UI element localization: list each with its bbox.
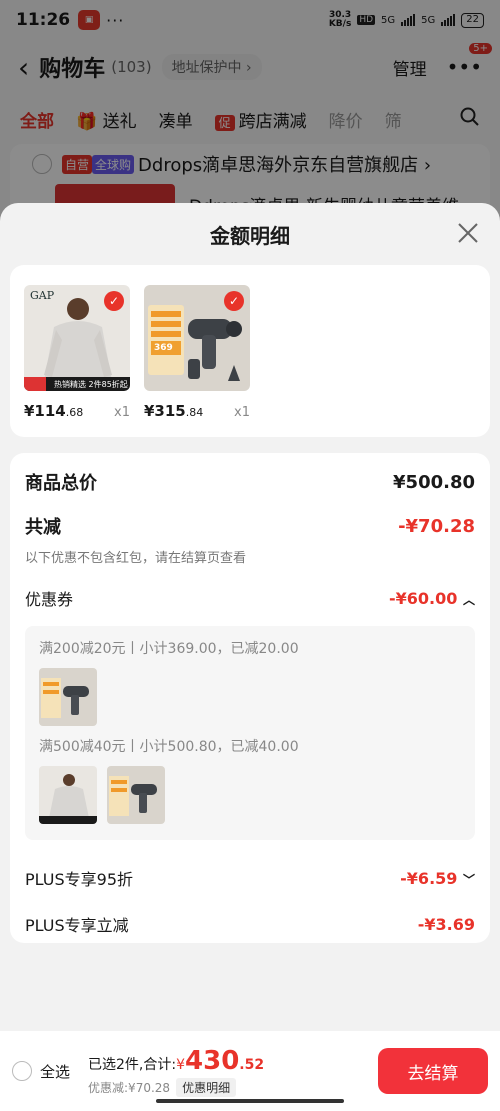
plus95-label: PLUS专享95折 [25,870,133,889]
plus95-value-wrap: -¥6.59 ﹀ [400,869,475,888]
massage-gun-mini-2 [107,766,165,824]
discount-text: 优惠减:¥70.28 [88,1080,171,1095]
item-massage-gun[interactable]: 369 ✓ ¥315.84 x1 [144,285,250,420]
coupon-value-wrap: -¥60.00 ︿ [389,589,475,608]
plus95-value: -¥6.59 [400,868,458,888]
item-promo-badge: 热销精选 2件85折起 [54,380,128,389]
coupon-label: 优惠券 [25,590,74,609]
coupon-items-1 [39,668,461,726]
home-indicator [156,1099,344,1103]
gap-logo: GAP [30,289,55,302]
item-price: ¥114.68 [24,401,83,420]
plus-reduce-value: -¥3.69 [417,914,475,934]
coupon-items-2 [39,766,461,824]
reduce-label: 共减 [25,517,61,538]
sheet-title: 金额明细 [210,223,290,248]
selected-text: 已选2件,合计: [88,1056,177,1073]
total-row: 商品总价 ¥500.80 [25,469,475,495]
price-breakdown-card: 商品总价 ¥500.80 共减 -¥70.28 以下优惠不包含红包，请在结算页查… [10,453,490,943]
price-int: ¥315 [144,402,186,420]
close-icon[interactable] [456,221,480,245]
total-yen: ¥ [176,1056,186,1073]
coupon-row[interactable]: 优惠券 -¥60.00 ︿ [25,586,475,610]
item-promo-badge: 369 [154,343,173,353]
price-int: ¥114 [24,402,66,420]
checkout-button[interactable]: 去结算 [378,1048,488,1094]
gap-sweater-mini [39,766,97,824]
massage-gun-image: 369 ✓ [144,285,250,391]
item-qty: x1 [234,405,250,420]
item-qty: x1 [114,405,130,420]
select-all-label: 全选 [40,1062,71,1081]
select-all-radio[interactable] [12,1061,32,1081]
total-value: ¥500.80 [393,471,475,493]
coupon-value: -¥60.00 [389,588,458,608]
discount-note: 以下优惠不包含红包，请在结算页查看 [25,551,247,566]
plus-reduce-label: PLUS专享立减 [25,916,129,935]
reduce-row: 共减 -¥70.28 [25,513,475,539]
total-label: 商品总价 [25,473,97,494]
coupon-line-1: 满200减20元丨小计369.00，已减20.00 [39,641,299,657]
total-amount-int: 430 [185,1045,240,1076]
plus95-row[interactable]: PLUS专享95折 -¥6.59 ﹀ [25,866,475,890]
select-all[interactable]: 全选 [12,1061,70,1082]
checked-icon: ✓ [104,291,124,311]
price-dec: .84 [185,406,204,419]
amount-detail-sheet: 金额明细 GAP 热销精选 2件85折起 ✓ ¥114.68 x1 369 ✓ … [0,203,500,1111]
gap-sweater-image: GAP 热销精选 2件85折起 ✓ [24,285,130,391]
checked-icon: ✓ [224,291,244,311]
reduce-value: -¥70.28 [398,515,475,537]
checkout-bar: 全选 已选2件,合计: ¥ 430 .52 优惠减:¥70.28 优惠明细 去结… [0,1031,500,1111]
selected-items-card: GAP 热销精选 2件85折起 ✓ ¥114.68 x1 369 ✓ ¥315.… [10,265,490,437]
item-meta: ¥315.84 x1 [144,401,250,420]
item-gap[interactable]: GAP 热销精选 2件85折起 ✓ ¥114.68 x1 [24,285,130,420]
discount-detail-button[interactable]: 优惠明细 [176,1077,237,1097]
order-summary: 已选2件,合计: ¥ 430 .52 优惠减:¥70.28 优惠明细 [88,1046,264,1097]
item-price: ¥315.84 [144,401,203,420]
chevron-down-icon: ﹀ [462,872,475,887]
item-meta: ¥114.68 x1 [24,401,130,420]
discount-line: 优惠减:¥70.28 优惠明细 [88,1077,264,1097]
price-dec: .68 [65,406,84,419]
sheet-header: 金额明细 [0,203,500,265]
coupon-line-2: 满500减40元丨小计500.80，已减40.00 [39,739,299,755]
massage-gun-mini [39,668,97,726]
plus-reduce-row: PLUS专享立减 -¥3.69 [25,912,475,936]
chevron-up-icon: ︿ [462,592,475,607]
total-amount-dec: .52 [239,1056,265,1073]
total-line: 已选2件,合计: ¥ 430 .52 [88,1046,264,1076]
coupon-detail-box: 满200减20元丨小计369.00，已减20.00 满500减40元丨小计500… [25,626,475,840]
